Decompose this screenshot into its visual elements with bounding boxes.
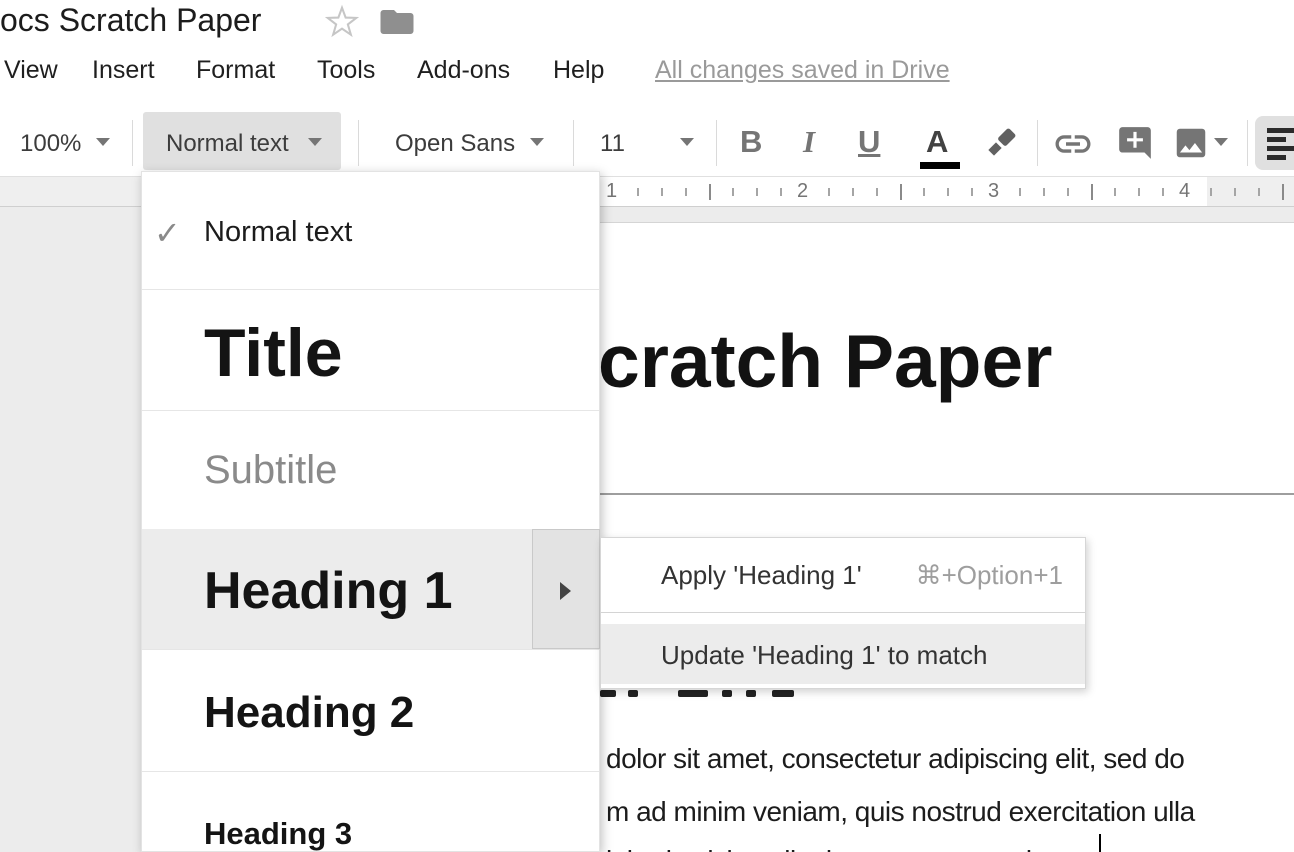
menubar: View Insert Format Tools Add-ons Help Al… [0,56,1294,90]
ruler-tick [828,188,830,196]
paragraph-styles-menu: ✓ Normal text Title Subtitle Heading 1 H… [141,171,600,852]
clipped-heading-glyphs [600,690,616,697]
ruler-tick [1067,188,1069,196]
toolbar-separator [1037,120,1038,166]
image-dropdown-arrow-icon[interactable] [1214,138,1228,146]
ruler-tick [1114,188,1116,196]
body-text-line[interactable]: dolor sit amet, consectetur adipiscing e… [606,743,1184,775]
ruler-tick [1019,188,1021,196]
ruler-number: 1 [606,180,617,203]
menu-tools[interactable]: Tools [317,56,375,85]
ruler-tick [1138,188,1140,196]
text-color-button[interactable]: A [926,124,948,160]
checkmark-icon: ✓ [154,214,181,252]
body-text-line[interactable]: m ad minim veniam, quis nostrud exercita… [606,796,1195,828]
style-dropdown-arrow-icon[interactable] [308,138,322,146]
italic-button[interactable]: I [803,124,815,160]
star-icon[interactable] [323,3,361,46]
toolbar-separator [1247,120,1248,166]
ruler-tick [1091,184,1093,200]
toolbar: 100% Normal text Open Sans 11 B I U A [0,110,1294,177]
ruler-tick [876,188,878,196]
align-left-button[interactable] [1255,116,1294,170]
insert-image-icon[interactable] [1172,124,1210,167]
submenu-item-apply-heading-1[interactable]: Apply 'Heading 1' ⌘+Option+1 [601,538,1085,611]
ruler-tick [1234,188,1236,196]
ruler-tick [732,188,734,196]
text-cursor [1099,834,1101,852]
ruler-tick [923,188,925,196]
zoom-dropdown-arrow-icon[interactable] [96,138,110,146]
ruler-tick [685,188,687,196]
ruler-tick [1258,188,1260,196]
ruler-tick [709,184,711,200]
menu-addons[interactable]: Add-ons [417,56,510,85]
folder-icon[interactable] [379,6,415,43]
ruler-tick [661,188,663,196]
menu-item-heading-2[interactable]: Heading 2 [142,650,599,771]
submenu-arrow-icon [560,582,571,600]
ruler-tick [900,184,902,200]
google-docs-window: ocs Scratch Paper View Insert Format Too… [0,0,1294,852]
underline-button[interactable]: U [858,124,880,160]
ruler-tick [947,188,949,196]
keyboard-shortcut: ⌘+Option+1 [916,560,1063,591]
text-color-swatch [920,162,960,169]
insert-link-icon[interactable] [1052,123,1094,170]
toolbar-separator [716,120,717,166]
menu-item-normal-text[interactable]: ✓ Normal text [142,172,599,289]
font-size-dropdown-arrow-icon[interactable] [680,138,694,146]
menu-help[interactable]: Help [553,56,604,85]
ruler-number: 3 [988,180,999,203]
ruler-text-area [540,177,1207,207]
align-left-icon [1267,128,1294,133]
ruler-tick [1210,188,1212,196]
ruler-tick [852,188,854,196]
toolbar-separator [358,120,359,166]
body-text-line[interactable]: laboris nisi ut aliquip ex ea commodo co… [606,845,1179,852]
paint-format-icon[interactable] [980,124,1020,169]
font-select[interactable]: Open Sans [395,130,515,158]
menu-item-heading-3[interactable]: Heading 3 [142,772,599,852]
heading-1-submenu-button[interactable] [532,529,600,649]
ruler-tick [780,188,782,196]
menu-item-title[interactable]: Title [142,290,599,410]
ruler-number: 4 [1179,180,1190,203]
menu-item-heading-1[interactable]: Heading 1 [142,529,599,649]
ruler-tick [1162,188,1164,196]
menu-format[interactable]: Format [196,56,275,85]
bold-button[interactable]: B [740,124,762,160]
menu-insert[interactable]: Insert [92,56,155,85]
document-heading-title[interactable]: cratch Paper [598,318,1052,404]
menu-item-subtitle[interactable]: Subtitle [142,411,599,529]
menu-view[interactable]: View [4,56,58,85]
ruler-tick [971,188,973,196]
ruler-tick [1282,184,1284,200]
heading-1-submenu: Apply 'Heading 1' ⌘+Option+1 Update 'Hea… [600,537,1086,689]
ruler-number: 2 [797,180,808,203]
font-dropdown-arrow-icon[interactable] [530,138,544,146]
titlebar: ocs Scratch Paper View Insert Format Too… [0,0,1294,110]
submenu-item-update-heading-1[interactable]: Update 'Heading 1' to match [601,624,1085,684]
paragraph-style-value[interactable]: Normal text [166,130,289,158]
ruler-tick [637,188,639,196]
font-size-select[interactable]: 11 [600,130,625,158]
document-name[interactable]: ocs Scratch Paper [0,2,261,39]
toolbar-separator [573,120,574,166]
toolbar-separator [132,120,133,166]
insert-comment-icon[interactable] [1116,124,1154,167]
ruler-tick [1043,188,1045,196]
ruler-tick [756,188,758,196]
zoom-select[interactable]: 100% [20,130,81,158]
save-status-link[interactable]: All changes saved in Drive [655,56,950,85]
